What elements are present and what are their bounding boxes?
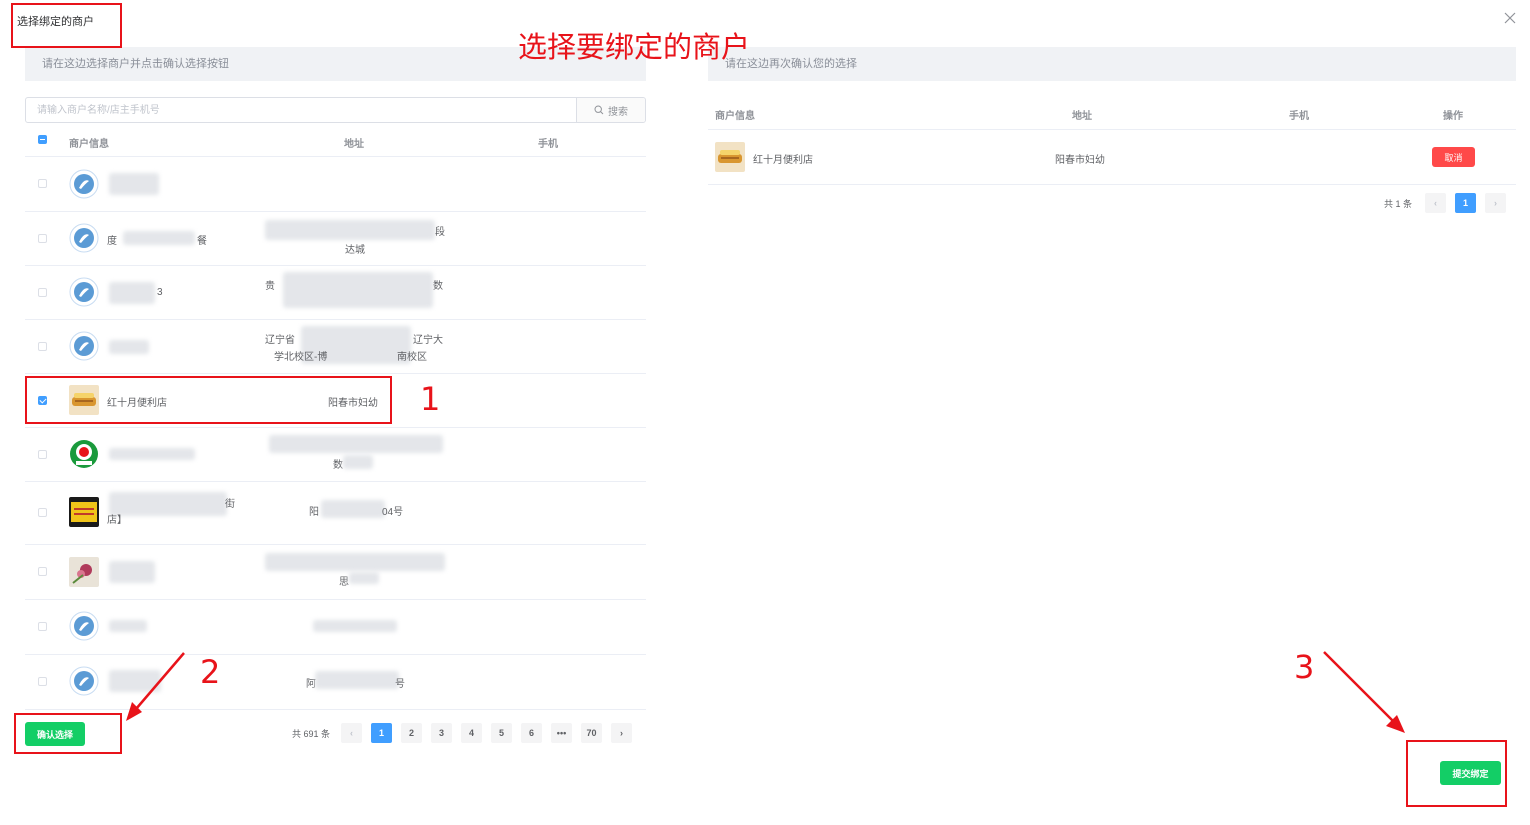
annotation-arrows (126, 651, 1405, 733)
arrow-icon (126, 652, 185, 721)
arrow-icon (1323, 651, 1405, 733)
